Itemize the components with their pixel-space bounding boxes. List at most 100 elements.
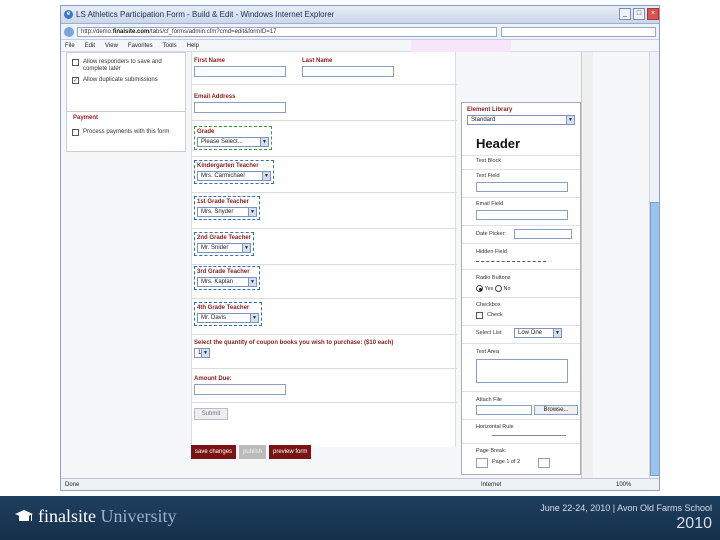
second-grade-value: Mr. Snider (201, 245, 229, 251)
first-name-field: First Name (194, 58, 286, 77)
option-payments: Process payments with this form (72, 129, 178, 136)
third-grade-select[interactable]: Mrs. Kaplan ▼ (197, 277, 257, 287)
lib-text-area-input (476, 359, 568, 383)
first-grade-field[interactable]: 1st Grade Teacher Mrs. Snyder ▼ (194, 196, 260, 220)
tab-strip (411, 40, 511, 52)
lib-select-list[interactable]: Select List (476, 330, 501, 336)
address-bar: http://demo.finalsite.com/tabs/cf_forms/… (61, 24, 659, 40)
radio-yes-label: Yes (484, 285, 494, 292)
menu-help[interactable]: Help (187, 43, 199, 49)
status-bar: Done Internet 100% (61, 478, 659, 490)
chevron-down-icon: ▼ (260, 138, 268, 146)
last-name-label: Last Name (302, 58, 333, 64)
fourth-grade-label: 4th Grade Teacher (197, 305, 250, 311)
url-domain: finalsite.com (112, 29, 150, 35)
divider (192, 334, 457, 335)
divider (462, 269, 580, 270)
amount-due-input[interactable] (194, 384, 286, 395)
divider (192, 228, 457, 229)
grade-field[interactable]: Grade Please Select... ▼ (194, 126, 272, 150)
menu-file[interactable]: File (65, 43, 75, 49)
email-input[interactable] (194, 102, 286, 113)
divider (192, 84, 457, 85)
grade-label: Grade (197, 129, 215, 135)
save-later-label: Allow responders to save and complete la… (83, 59, 162, 72)
divider (462, 297, 580, 298)
kindergarten-label: Kindergarten Teacher (197, 163, 259, 169)
second-grade-field[interactable]: 2nd Grade Teacher Mr. Snider ▼ (194, 232, 254, 256)
second-grade-select[interactable]: Mr. Snider ▼ (197, 243, 251, 253)
graduation-cap-icon (15, 510, 33, 521)
third-grade-field[interactable]: 3rd Grade Teacher Mrs. Kaplan ▼ (194, 266, 260, 290)
menu-tools[interactable]: Tools (163, 43, 177, 49)
payments-checkbox[interactable] (72, 129, 79, 136)
lib-attach-file[interactable]: Attach File (476, 397, 502, 403)
lib-text-field-input (476, 182, 568, 192)
amount-due-label: Amount Due: (194, 376, 232, 382)
ie-icon: e (64, 10, 73, 19)
divider (67, 111, 185, 112)
first-grade-select[interactable]: Mrs. Snyder ▼ (197, 207, 257, 217)
menu-edit[interactable]: Edit (85, 43, 95, 49)
settings-panel: Allow responders to save and complete la… (66, 52, 186, 152)
divider (192, 156, 457, 157)
lib-text-area[interactable]: Text Area (476, 349, 499, 355)
chevron-down-icon: ▼ (566, 116, 574, 124)
save-changes-button[interactable]: save changes (191, 445, 237, 459)
divider (462, 243, 580, 244)
first-name-input[interactable] (194, 66, 286, 77)
lib-select-value: Low One (518, 330, 543, 336)
coupon-field: Select the quantity of coupon books you … (194, 340, 393, 358)
status-text: Done (65, 482, 80, 488)
hidden-field-dash (476, 261, 546, 262)
lib-radio-buttons[interactable]: Radio Buttons (476, 275, 511, 281)
publish-button[interactable]: publish (239, 445, 267, 459)
maximize-button[interactable]: □ (633, 8, 645, 20)
lib-hidden-field[interactable]: Hidden Field (476, 249, 507, 255)
search-input[interactable] (501, 27, 656, 37)
menu-favorites[interactable]: Favorites (128, 43, 153, 49)
submit-button[interactable]: Submit (194, 408, 228, 420)
divider (462, 225, 580, 226)
chevron-down-icon: ▼ (250, 314, 258, 322)
back-icon[interactable] (64, 27, 74, 37)
lib-horizontal-rule[interactable]: Horizontal Rule (476, 424, 514, 430)
lib-text-field[interactable]: Text Field (476, 173, 500, 179)
first-grade-value: Mrs. Snyder (201, 209, 234, 215)
event-info: June 22-24, 2010 | Avon Old Farms School (540, 503, 712, 513)
close-button[interactable]: × (647, 8, 659, 20)
lib-email-field[interactable]: Email Field (476, 201, 503, 207)
lib-text-block[interactable]: Text Block (476, 158, 501, 164)
kindergarten-select[interactable]: Mrs. Carmichael ▼ (197, 171, 271, 181)
lib-date-picker[interactable]: Date Picker: (476, 231, 506, 237)
library-select[interactable]: Standard ▼ (467, 115, 575, 125)
library-scrollbar[interactable] (581, 52, 593, 478)
lib-page-of: Page 1 of 2 (492, 459, 521, 465)
payment-header: Payment (73, 115, 99, 121)
save-later-checkbox[interactable] (72, 59, 79, 66)
fourth-grade-select[interactable]: Mr. Davis ▼ (197, 313, 259, 323)
kindergarten-field[interactable]: Kindergarten Teacher Mrs. Carmichael ▼ (194, 160, 274, 184)
lib-browse-button: Browse... (534, 405, 578, 415)
lib-header[interactable]: Header (476, 136, 520, 151)
minimize-button[interactable]: _ (619, 8, 631, 20)
lib-checkbox[interactable]: Checkbox (476, 302, 500, 308)
grade-select[interactable]: Please Select... ▼ (197, 137, 269, 147)
lib-page-break[interactable]: Page Break: (476, 448, 506, 454)
menu-view[interactable]: View (105, 43, 118, 49)
title-bar: e LS Athletics Participation Form - Buil… (61, 6, 659, 24)
coupon-select[interactable]: 1 ▼ (194, 348, 210, 358)
fourth-grade-field[interactable]: 4th Grade Teacher Mr. Davis ▼ (194, 302, 262, 326)
chevron-down-icon: ▼ (553, 329, 561, 337)
url-path: /tabs/cf_forms/admin.cfm?cmd=edit&formID… (149, 29, 277, 35)
preview-form-button[interactable]: preview form (269, 445, 312, 459)
scroll-thumb[interactable] (650, 202, 659, 476)
divider (462, 391, 580, 392)
lib-page-prev (476, 458, 488, 468)
url-field[interactable]: http://demo.finalsite.com/tabs/cf_forms/… (77, 27, 497, 37)
last-name-input[interactable] (302, 66, 394, 77)
option-duplicate: ✓ Allow duplicate submissions (72, 77, 178, 84)
duplicate-checkbox[interactable]: ✓ (72, 77, 79, 84)
lib-page-next (538, 458, 550, 468)
zoom-level[interactable]: 100% (616, 482, 631, 488)
